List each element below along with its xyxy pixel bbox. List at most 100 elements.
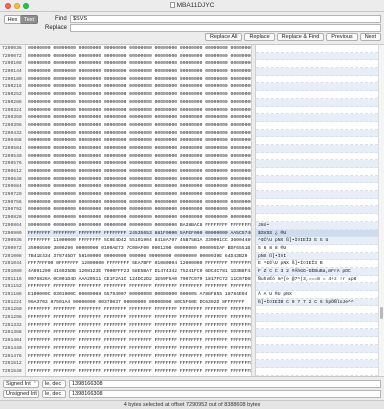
hex-row: 4A091200 416025DB 1208123E 7000FFF23 58E…	[28, 268, 251, 274]
next-button[interactable]: Next	[359, 33, 381, 41]
hex-row: 00000000 00000000 00000000 00000000 0000…	[28, 207, 251, 213]
hex-row: FFFFFFFF FFFFFFFF FFFFFFFF FFFFFFFF FFFF…	[28, 307, 251, 313]
offset-row: 7291440	[2, 345, 22, 351]
offset-row: 7290540	[2, 153, 22, 159]
vertical-scrollbar[interactable]	[378, 45, 384, 376]
replace-label: Replace	[45, 25, 68, 31]
hex-row: 00000000 00000000 00000000 00000000 0000…	[28, 61, 251, 67]
ascii-row	[256, 206, 378, 215]
offset-row: 7290036	[2, 46, 22, 51]
offset-row: 7290576	[2, 161, 22, 167]
ascii-row: F Z C C 3 2 #ÄhGG-GÈBuBa,mFrA pDC	[256, 267, 378, 276]
replace-and-find-button[interactable]: Replace & Find	[276, 33, 325, 41]
ascii-row	[256, 322, 378, 330]
offset-row: 7291332	[2, 322, 22, 328]
endian-select-row1[interactable]: le, dec	[42, 380, 66, 388]
ascii-row	[256, 91, 378, 99]
ascii-row	[256, 199, 378, 207]
hex-row: FFFFFFFF FFFFFFFF FFFFFFFF FFFFFFFF 2453…	[27, 229, 251, 238]
endian-select-row2[interactable]: le, dec	[42, 390, 66, 398]
status-text: 4 bytes selected at offset 7290952 out o…	[123, 402, 261, 408]
offset-row: 7290288	[2, 99, 22, 105]
offset-row: 7291476	[2, 353, 22, 359]
type-select-row1[interactable]: Signed Int ⌃	[3, 380, 39, 388]
hex-row: 00000000 00000000 00000000 00000000 0000…	[28, 199, 251, 205]
offset-row: 7290468	[2, 138, 22, 144]
hex-row: 00000000 00000000 00000000 00000000 0000…	[28, 122, 251, 128]
hex-row: 00000000 00000000 00000000 00000000 0000…	[28, 115, 251, 121]
offset-row: 7290432	[2, 130, 22, 136]
previous-button[interactable]: Previous	[326, 33, 358, 41]
hex-row: FFFFFFFF FFFFFFFF FFFFFFFF FFFFFFFF FFFF…	[28, 284, 251, 290]
ascii-row	[256, 360, 378, 368]
ascii-pane[interactable]: J8ó• $SVSS ¿ ®U ^¢©\U pNX ß]•Ì¤IEÎ3 E G …	[256, 45, 378, 376]
hex-row: 7B41E434 378745D7 58100000 00000000 0000…	[28, 253, 248, 259]
hex-row: 35006500 3800290 00000000 0100AE73 7C00A…	[28, 245, 251, 251]
ascii-row	[256, 52, 378, 61]
offset-row: 7291260	[2, 307, 22, 313]
replace-all-button[interactable]: Replace All	[204, 33, 243, 41]
replace-button[interactable]: Replace	[244, 33, 275, 41]
ascii-row	[256, 45, 378, 53]
find-replace-bar: Hex Text Find $SVS Replace Replace All R…	[0, 12, 384, 45]
offset-row: 7291152	[2, 284, 22, 290]
offset-row: 7291548	[2, 368, 22, 374]
offset-row: 7290684	[2, 184, 22, 190]
hex-row: 00000000 00000000 00000000 00000000 0000…	[28, 222, 251, 228]
hex-row: 00000000 00000000 00000000 00000000 0000…	[28, 169, 251, 174]
hex-row: FFFFFFFF FFFFFFFF FFFFFFFF FFFFFFFF FFFF…	[28, 361, 251, 367]
hex-row: 96A3703 87501A4 00000000 00370037 000000…	[28, 299, 245, 305]
hex-row: FFFFFFFF 11000000 FFFFFFFF 5C0E4D42 5510…	[28, 238, 251, 244]
chevron-updown-icon: ⌃	[32, 381, 37, 387]
ascii-row	[256, 137, 378, 145]
ascii-row	[256, 122, 378, 130]
ascii-row: E ^¢©\U pNX ß]•Ì¤IEÎ3 B	[256, 260, 378, 268]
status-bar: 4 bytes selected at offset 7290952 out o…	[0, 400, 384, 409]
document-icon	[169, 2, 175, 8]
offset-row: 7290108	[2, 61, 22, 67]
hex-row: 00000000 00000000 00000000 00000000 0000…	[28, 153, 251, 159]
offset-row: 7290792	[2, 207, 22, 213]
hex-editor-view[interactable]: 7290036 7290072 7290108 7290144 7290180 72902…	[0, 45, 384, 376]
hex-row: 00000000 00000000 00000000 00000000 0000…	[28, 99, 251, 105]
ascii-row	[256, 76, 378, 84]
title-bar: MBA11DJYC	[0, 0, 384, 12]
offset-column: 7290036 7290072 7290108 7290144 7290180 72902…	[0, 45, 26, 376]
value-field-row1[interactable]: 1398166308	[69, 380, 381, 388]
hex-pane[interactable]: 00000000 00000000 00000000 00000000 0000…	[27, 45, 251, 376]
hex-row: FFF7FFF00 0FFFFFFF 12000000 FFFFFFFF 5EA…	[28, 261, 251, 267]
hex-row: E100000C 0301000C 00000008 55794007 0000…	[28, 292, 248, 297]
hex-row: FFFFFFFF FFFFFFFF FFFFFFFF FFFFFFFF FFFF…	[28, 330, 251, 336]
text-mode-button[interactable]: Text	[21, 15, 38, 24]
hex-row: FFFFFFFF FFFFFFFF FFFFFFFF FFFFFFFF FFFF…	[28, 353, 251, 359]
hex-mode-button[interactable]: Hex	[4, 15, 21, 24]
hex-row: 00000000 00000000 00000000 00000000 0000…	[28, 145, 251, 151]
type-select-row1-value: Signed Int	[6, 381, 31, 387]
ascii-row	[256, 353, 378, 361]
ascii-row	[256, 114, 378, 122]
ascii-row	[256, 168, 378, 176]
chevron-updown-icon: ⌃	[32, 391, 37, 397]
endian-select-row2-value: le, dec	[45, 391, 62, 397]
offset-row: 7291368	[2, 330, 22, 336]
offset-row: 7291044	[2, 261, 22, 267]
hex-row: FFFFFFFF FFFFFFFF FFFFFFFF FFFFFFFF FFFF…	[28, 345, 251, 351]
value-field-row2[interactable]: 1398166308	[69, 390, 381, 398]
ascii-row	[256, 337, 378, 345]
offset-row: 7290360	[2, 115, 22, 121]
find-input[interactable]: $SVS	[70, 15, 381, 23]
ascii-row	[256, 306, 378, 315]
ascii-row	[256, 283, 378, 291]
offset-row: 7290900	[2, 230, 22, 236]
hex-row: 00000000 00000000 00000000 00000000 0000…	[28, 76, 251, 82]
scrollbar-thumb[interactable]	[380, 307, 383, 319]
endian-select-row1-value: le, dec	[45, 381, 62, 387]
type-select-row2[interactable]: Unsigned Int ⌃	[3, 390, 39, 398]
ascii-row	[256, 153, 378, 161]
hex-row: 00000000 00000000 00000000 00000000 0000…	[28, 69, 251, 75]
ascii-row: pNX ß]•Ì¤I	[256, 252, 378, 261]
offset-row: 7290936	[2, 238, 22, 244]
replace-input[interactable]	[70, 24, 381, 32]
offset-row: 7290864	[2, 222, 22, 228]
hex-row: 00000000 00000000 00000000 00000000 0000…	[28, 138, 251, 144]
